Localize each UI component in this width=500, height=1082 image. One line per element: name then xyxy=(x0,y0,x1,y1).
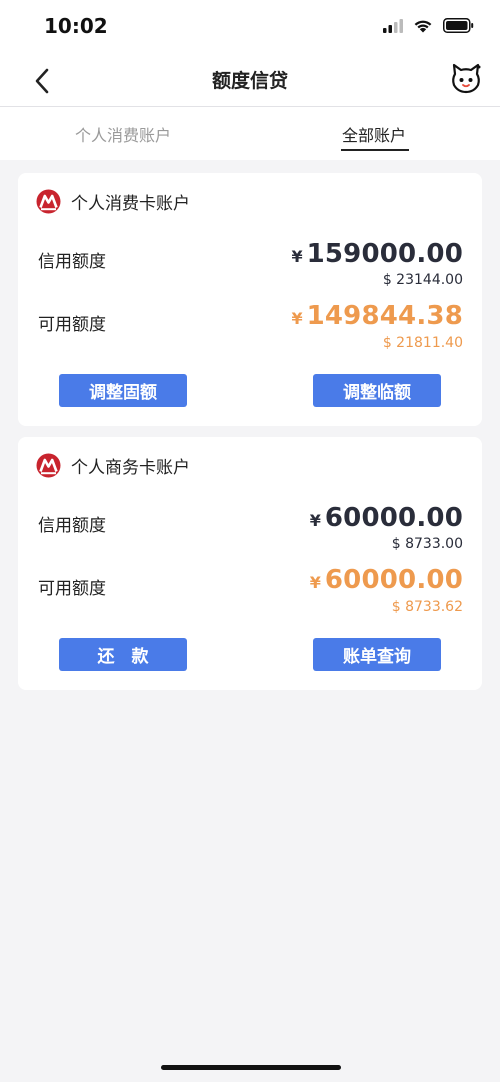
yen-symbol: ¥ xyxy=(309,573,321,592)
yen-symbol: ¥ xyxy=(291,309,303,328)
home-indicator[interactable] xyxy=(161,1065,341,1070)
cat-mascot-icon xyxy=(452,63,481,94)
credit-limit-usd: $ 23144.00 xyxy=(382,272,463,288)
card-header: 个人消费卡账户 xyxy=(36,189,190,214)
card-title: 个人商务卡账户 xyxy=(71,458,190,478)
yen-symbol: ¥ xyxy=(291,247,303,266)
card-title: 个人消费卡账户 xyxy=(71,194,190,214)
tab-personal-consumer-account[interactable]: 个人消费账户 xyxy=(75,122,171,146)
status-time: 10:02 xyxy=(44,14,108,38)
active-tab-indicator xyxy=(341,149,409,151)
credit-limit-value: 60000.00 xyxy=(324,503,463,533)
wifi-icon xyxy=(414,20,432,33)
adjust-temporary-limit-button[interactable]: 调整临额 xyxy=(313,374,441,407)
credit-limit-usd: $ 8733.00 xyxy=(391,536,463,552)
cellular-signal-icon xyxy=(383,18,403,33)
available-limit-usd: $ 8733.62 xyxy=(391,599,463,615)
available-limit-amount: ¥149844.38 xyxy=(291,301,463,331)
card-header: 个人商务卡账户 xyxy=(36,453,190,478)
available-limit-label: 可用额度 xyxy=(38,315,106,335)
navigation-bar: 额度信贷 xyxy=(0,56,500,107)
cmb-bank-logo-icon xyxy=(36,189,61,214)
page-title: 额度信贷 xyxy=(211,70,288,92)
available-limit-label: 可用额度 xyxy=(38,579,106,599)
adjust-fixed-limit-button[interactable]: 调整固额 xyxy=(59,374,187,407)
available-limit-value: 149844.38 xyxy=(306,301,463,331)
account-tabs: 个人消费账户 全部账户 xyxy=(0,107,500,160)
bill-inquiry-button[interactable]: 账单查询 xyxy=(313,638,441,671)
available-limit-value: 60000.00 xyxy=(324,565,463,595)
available-limit-usd: $ 21811.40 xyxy=(382,335,463,351)
credit-limit-label: 信用额度 xyxy=(38,516,106,536)
yen-symbol: ¥ xyxy=(309,511,321,530)
credit-limit-amount: ¥60000.00 xyxy=(310,503,463,533)
status-icons xyxy=(383,18,474,33)
account-card-personal-business: 个人商务卡账户 信用额度 ¥60000.00 $ 8733.00 可用额度 ¥6… xyxy=(18,437,482,690)
tab-all-accounts[interactable]: 全部账户 xyxy=(342,122,406,146)
available-limit-amount: ¥60000.00 xyxy=(310,565,463,595)
status-bar: 10:02 xyxy=(0,0,500,56)
repayment-button[interactable]: 还 款 xyxy=(59,638,187,671)
battery-icon xyxy=(443,18,474,33)
credit-limit-value: 159000.00 xyxy=(306,239,463,269)
cmb-bank-logo-icon xyxy=(36,453,61,478)
credit-limit-amount: ¥159000.00 xyxy=(291,239,463,269)
account-card-personal-consumer: 个人消费卡账户 信用额度 ¥159000.00 $ 23144.00 可用额度 … xyxy=(18,173,482,426)
assistant-mascot-button[interactable] xyxy=(450,62,482,96)
credit-limit-label: 信用额度 xyxy=(38,252,106,272)
